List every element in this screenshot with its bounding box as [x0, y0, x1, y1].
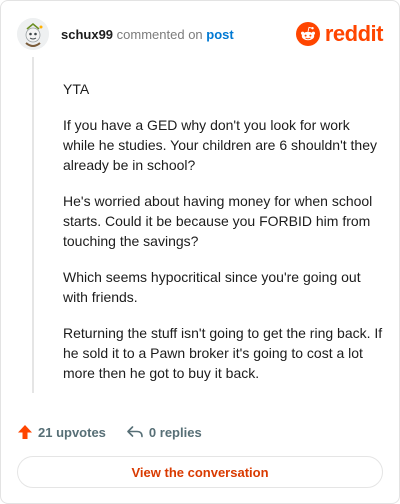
- post-link[interactable]: post: [206, 27, 233, 42]
- reply-stat[interactable]: 0 replies: [126, 424, 202, 440]
- comment-paragraph: Returning the stuff isn't going to get t…: [63, 325, 383, 381]
- comment-paragraph: If you have a GED why don't you look for…: [63, 117, 377, 173]
- comment-paragraph: He's worried about having money for when…: [63, 193, 373, 249]
- thread-line: [32, 57, 34, 393]
- comment-header: schux99 commented on post reddit: [17, 18, 384, 50]
- action-text: commented on: [116, 27, 203, 42]
- comment-footer: 21 upvotes 0 replies: [17, 422, 202, 442]
- reply-arrow-icon: [127, 426, 143, 438]
- reddit-wordmark: reddit: [324, 21, 384, 46]
- reddit-logo[interactable]: reddit: [295, 20, 384, 48]
- upvote-count: 21 upvotes: [38, 424, 106, 440]
- comment-card: schux99 commented on post reddit YTA If …: [0, 0, 400, 504]
- upvote-stat[interactable]: 21 upvotes: [17, 424, 106, 440]
- comment-body: YTA If you have a GED why don't you look…: [63, 79, 385, 399]
- reply-count: 0 replies: [148, 424, 202, 440]
- user-avatar[interactable]: [17, 18, 49, 50]
- username-link[interactable]: schux99: [61, 27, 113, 42]
- comment-paragraph: YTA: [63, 81, 90, 97]
- view-conversation-button[interactable]: View the conversation: [17, 456, 383, 488]
- upvote-arrow-icon: [18, 425, 32, 439]
- reddit-snoo-icon: [295, 22, 320, 46]
- comment-meta: schux99 commented on post: [61, 27, 234, 43]
- comment-paragraph: Which seems hypocritical since you're go…: [63, 269, 361, 305]
